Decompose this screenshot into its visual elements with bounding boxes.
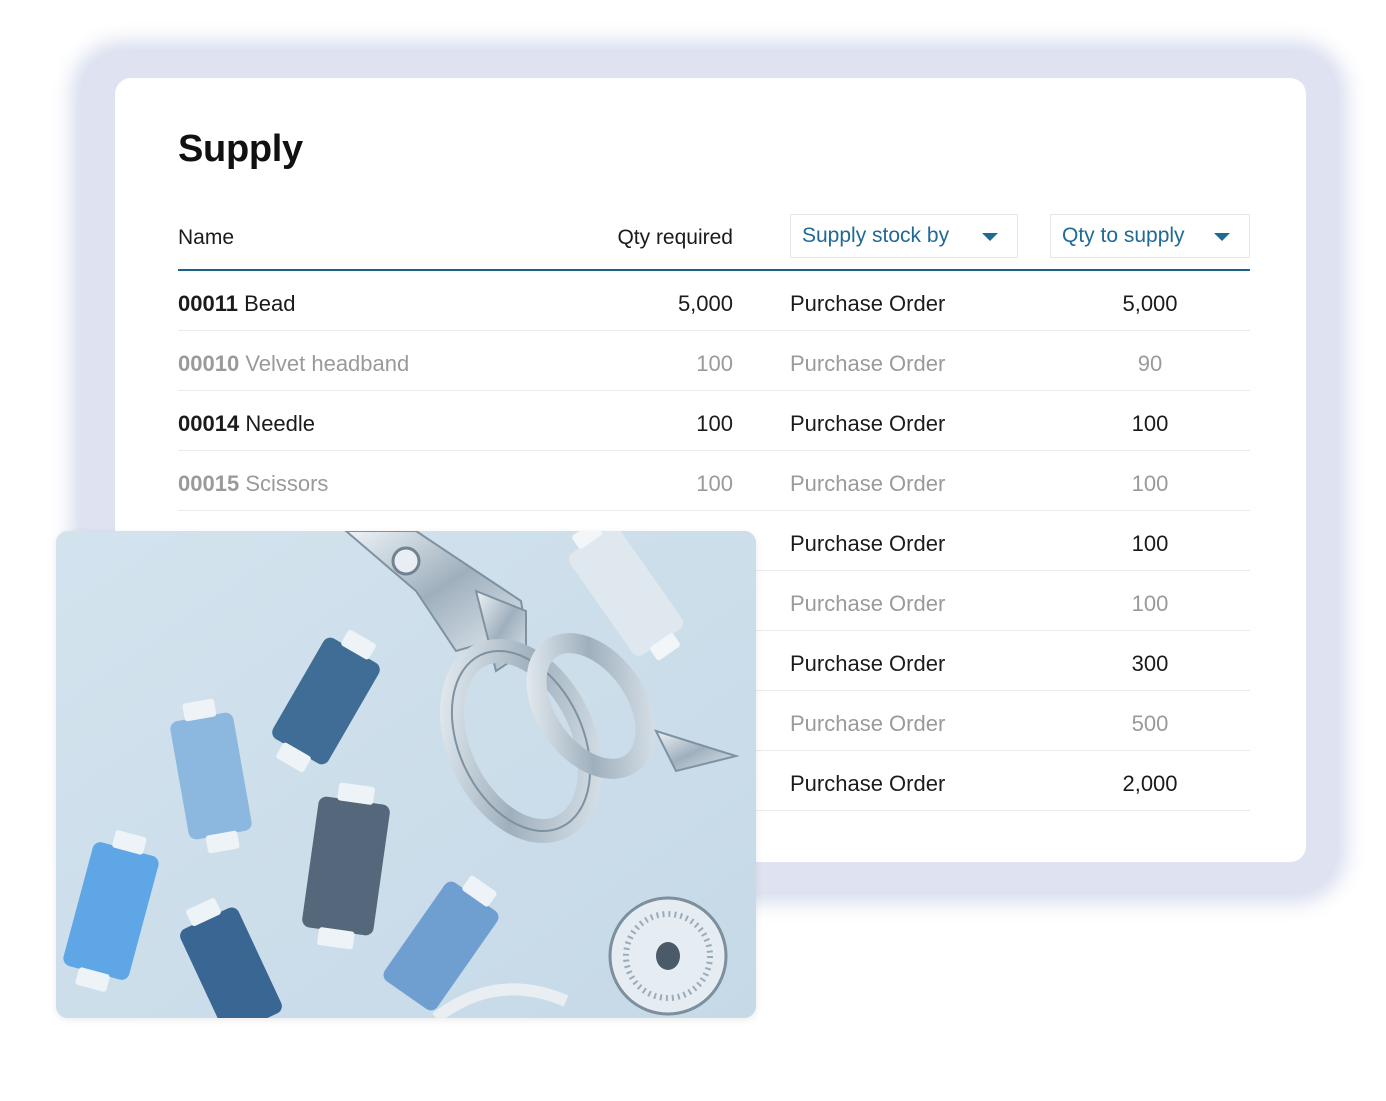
item-name: Scissors: [245, 471, 329, 496]
qty-to-supply-label: Qty to supply: [1062, 224, 1185, 247]
qty-to-supply-cell[interactable]: 500: [1050, 711, 1250, 737]
item-name-cell: 00011 Bead: [178, 291, 295, 317]
supply-stock-by-dropdown[interactable]: Supply stock by: [790, 214, 1018, 258]
item-code: 00011: [178, 291, 238, 316]
qty-to-supply-cell[interactable]: 100: [1050, 531, 1250, 557]
supply-stock-by-cell[interactable]: Purchase Order: [790, 711, 945, 737]
qty-to-supply-cell[interactable]: 5,000: [1050, 291, 1250, 317]
stage: Supply Name Qty required Supply stock by…: [0, 0, 1386, 1101]
qty-to-supply-cell[interactable]: 100: [1050, 591, 1250, 617]
supply-stock-by-cell[interactable]: Purchase Order: [790, 651, 945, 677]
page-title: Supply: [178, 128, 303, 170]
supply-stock-by-cell[interactable]: Purchase Order: [790, 531, 945, 557]
column-header-name: Name: [178, 226, 235, 249]
chevron-down-icon: [1214, 233, 1230, 241]
supply-stock-by-label: Supply stock by: [802, 224, 950, 247]
qty-required-cell: 100: [696, 471, 733, 496]
sewing-supplies-photo: [56, 531, 756, 1018]
supply-stock-by-cell[interactable]: Purchase Order: [790, 351, 945, 377]
column-header-qty-required: Qty required: [617, 226, 733, 249]
item-name: Velvet headband: [245, 351, 410, 376]
supply-stock-by-cell[interactable]: Purchase Order: [790, 411, 945, 437]
supply-stock-by-cell[interactable]: Purchase Order: [790, 591, 945, 617]
supply-stock-by-cell[interactable]: Purchase Order: [790, 471, 945, 497]
supply-stock-by-cell[interactable]: Purchase Order: [790, 291, 945, 317]
supply-stock-by-cell[interactable]: Purchase Order: [790, 771, 945, 797]
qty-to-supply-dropdown[interactable]: Qty to supply: [1050, 214, 1250, 258]
qty-to-supply-cell[interactable]: 100: [1050, 471, 1250, 497]
table-row[interactable]: 00014 Needle 100 Purchase Order 100: [178, 391, 1250, 451]
item-code: 00014: [178, 411, 240, 436]
chevron-down-icon: [982, 233, 998, 241]
item-name: Bead: [244, 291, 296, 316]
item-name-cell: 00010 Velvet headband: [178, 351, 409, 377]
table-row[interactable]: 00015 Scissors 100 Purchase Order 100: [178, 451, 1250, 511]
qty-to-supply-cell[interactable]: 2,000: [1050, 771, 1250, 797]
qty-required-cell: 100: [696, 351, 733, 376]
qty-required-cell: 100: [696, 411, 733, 436]
table-row[interactable]: 00011 Bead 5,000 Purchase Order 5,000: [178, 271, 1250, 331]
item-code: 00015: [178, 471, 240, 496]
item-code: 00010: [178, 351, 240, 376]
qty-to-supply-cell[interactable]: 90: [1050, 351, 1250, 377]
table-row[interactable]: 00010 Velvet headband 100 Purchase Order 90: [178, 331, 1250, 391]
qty-to-supply-cell[interactable]: 100: [1050, 411, 1250, 437]
qty-required-cell: 5,000: [677, 291, 733, 316]
qty-to-supply-cell[interactable]: 300: [1050, 651, 1250, 677]
item-name-cell: 00015 Scissors: [178, 471, 328, 497]
item-name-cell: 00014 Needle: [178, 411, 315, 437]
item-name: Needle: [245, 411, 316, 436]
